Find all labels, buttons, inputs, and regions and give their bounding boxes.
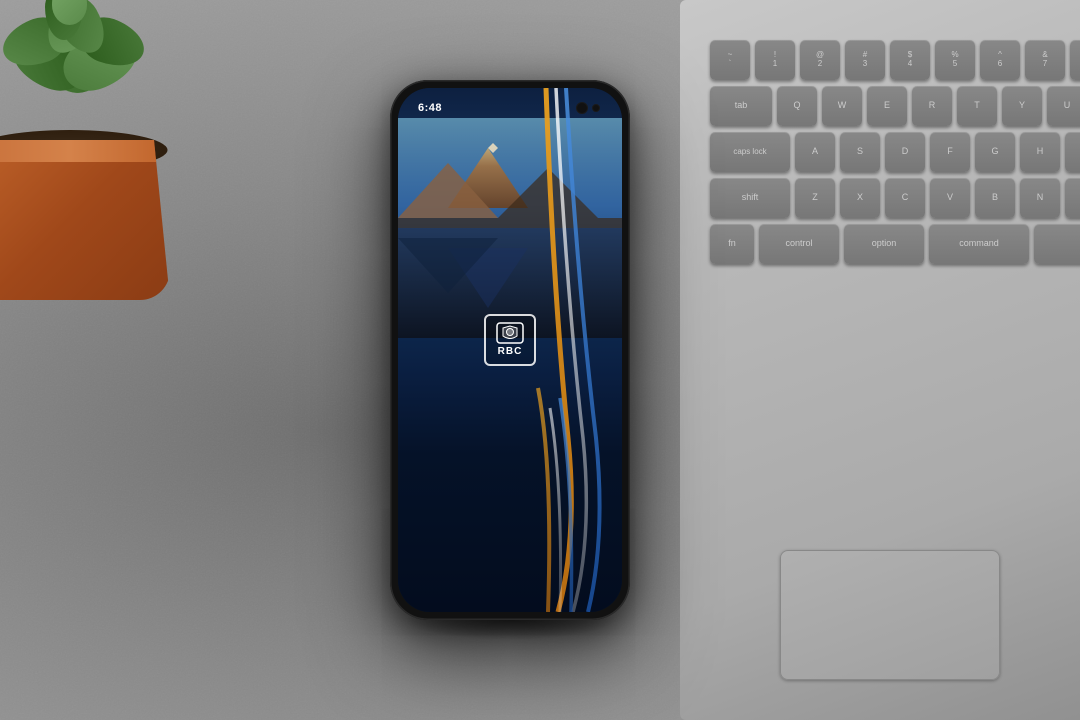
key-a[interactable]: A bbox=[795, 132, 835, 172]
key-w[interactable]: W bbox=[822, 86, 862, 126]
key-j[interactable]: J bbox=[1065, 132, 1080, 172]
key-t[interactable]: T bbox=[957, 86, 997, 126]
front-camera bbox=[576, 102, 588, 114]
key-g[interactable]: G bbox=[975, 132, 1015, 172]
keyboard-row-5: fn control option command command bbox=[710, 224, 1080, 264]
succulent-plant bbox=[0, 0, 200, 300]
key-1[interactable]: !1 bbox=[755, 40, 795, 80]
plant-pot bbox=[0, 140, 170, 300]
key-f[interactable]: F bbox=[930, 132, 970, 172]
laptop-body: ~` !1 @2 #3 $4 %5 ^6 &7 *8 (9 )0 tab Q W… bbox=[680, 0, 1080, 720]
key-2[interactable]: @2 bbox=[800, 40, 840, 80]
key-b[interactable]: B bbox=[975, 178, 1015, 218]
laptop: ~` !1 @2 #3 $4 %5 ^6 &7 *8 (9 )0 tab Q W… bbox=[680, 0, 1080, 720]
key-c[interactable]: C bbox=[885, 178, 925, 218]
rbc-icon bbox=[495, 322, 525, 344]
key-x[interactable]: X bbox=[840, 178, 880, 218]
key-n[interactable]: N bbox=[1020, 178, 1060, 218]
key-7[interactable]: &7 bbox=[1025, 40, 1065, 80]
key-d[interactable]: D bbox=[885, 132, 925, 172]
rbc-label: RBC bbox=[498, 346, 523, 357]
clock: 6:48 bbox=[418, 102, 442, 114]
key-control[interactable]: control bbox=[759, 224, 839, 264]
keyboard-row-4: shift Z X C V B N M <, >. ?/ bbox=[710, 178, 1080, 218]
rbc-logo: RBC bbox=[484, 314, 536, 366]
keyboard: ~` !1 @2 #3 $4 %5 ^6 &7 *8 (9 )0 tab Q W… bbox=[710, 40, 1080, 560]
phone-body: 6:48 RBC bbox=[390, 80, 630, 620]
key-8[interactable]: *8 bbox=[1070, 40, 1080, 80]
smartphone: 6:48 RBC bbox=[390, 80, 630, 620]
rbc-logo-box: RBC bbox=[484, 314, 536, 366]
keyboard-row-2: tab Q W E R T Y U I O P bbox=[710, 86, 1080, 126]
key-q[interactable]: Q bbox=[777, 86, 817, 126]
status-bar: 6:48 bbox=[418, 102, 602, 114]
key-h[interactable]: H bbox=[1020, 132, 1060, 172]
key-r[interactable]: R bbox=[912, 86, 952, 126]
key-e[interactable]: E bbox=[867, 86, 907, 126]
key-6[interactable]: ^6 bbox=[980, 40, 1020, 80]
key-4[interactable]: $4 bbox=[890, 40, 930, 80]
key-u[interactable]: U bbox=[1047, 86, 1080, 126]
key-capslock[interactable]: caps lock bbox=[710, 132, 790, 172]
key-shift-left[interactable]: shift bbox=[710, 178, 790, 218]
key-tilde[interactable]: ~` bbox=[710, 40, 750, 80]
key-z[interactable]: Z bbox=[795, 178, 835, 218]
key-command-left[interactable]: command bbox=[929, 224, 1029, 264]
key-option[interactable]: option bbox=[844, 224, 924, 264]
key-v[interactable]: V bbox=[930, 178, 970, 218]
sensor-dot bbox=[592, 104, 600, 112]
phone-screen[interactable]: 6:48 RBC bbox=[398, 88, 622, 612]
keyboard-row-3: caps lock A S D F G H J K L bbox=[710, 132, 1080, 172]
camera-area bbox=[576, 102, 600, 114]
key-y[interactable]: Y bbox=[1002, 86, 1042, 126]
key-space[interactable] bbox=[1034, 224, 1080, 264]
key-s[interactable]: S bbox=[840, 132, 880, 172]
key-3[interactable]: #3 bbox=[845, 40, 885, 80]
key-fn[interactable]: fn bbox=[710, 224, 754, 264]
keyboard-row-1: ~` !1 @2 #3 $4 %5 ^6 &7 *8 (9 )0 bbox=[710, 40, 1080, 80]
key-5[interactable]: %5 bbox=[935, 40, 975, 80]
key-m[interactable]: M bbox=[1065, 178, 1080, 218]
trackpad[interactable] bbox=[780, 550, 1000, 680]
key-tab[interactable]: tab bbox=[710, 86, 772, 126]
